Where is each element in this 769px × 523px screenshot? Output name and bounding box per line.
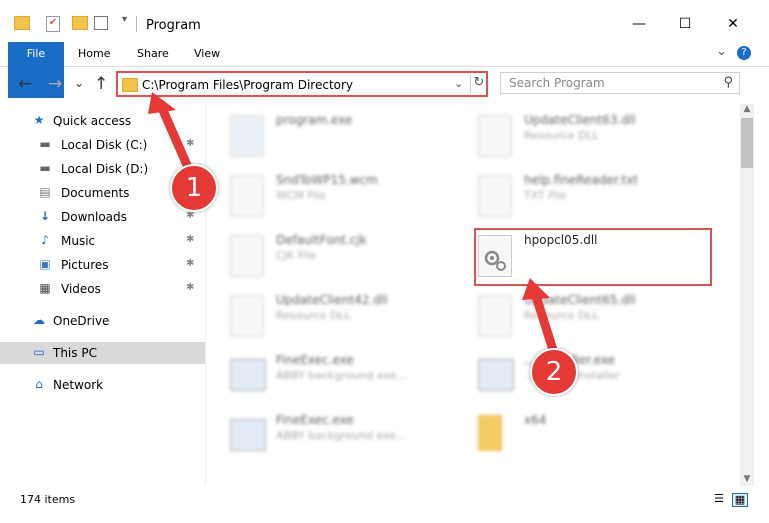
item-count: 174 items [20,493,76,506]
step-badge-2: 2 [530,348,578,396]
arrow-head-dll-file [522,278,550,300]
step-badge-1: 1 [170,164,218,212]
annotation-arrows [148,92,558,355]
arrow-head-address-bar [148,92,176,114]
arrow-to-dll-file [531,291,558,355]
large-icons-view-icon[interactable]: ▦ [732,493,748,507]
arrow-to-address-bar [157,103,195,177]
status-bar: 174 items ☰ ▦ [0,488,769,510]
details-view-icon[interactable]: ☰ [712,493,726,505]
